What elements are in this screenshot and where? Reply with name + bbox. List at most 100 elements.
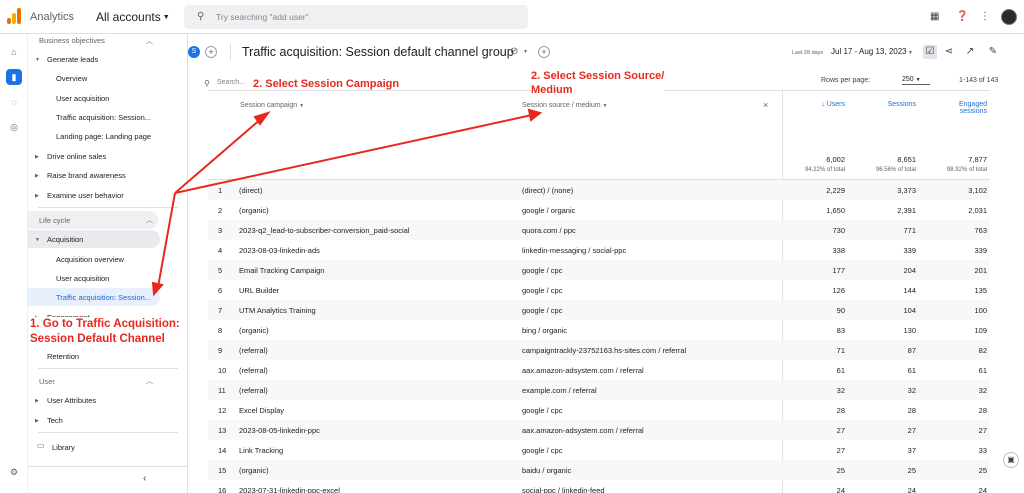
- table-row[interactable]: 11 (referral) example.com / referral 32 32 32: [208, 380, 990, 400]
- nav-group-tech[interactable]: Tech: [47, 416, 63, 425]
- cell-sessions: 37: [907, 446, 916, 455]
- cell-session-campaign: UTM Analytics Training: [239, 306, 316, 315]
- reports-icon[interactable]: ▮: [6, 69, 22, 85]
- apps-grid-icon[interactable]: ▦: [930, 11, 939, 22]
- nav-group-generate-leads[interactable]: Generate leads: [47, 55, 98, 64]
- nav-item-retention[interactable]: Retention: [47, 352, 79, 361]
- settings-gear-icon[interactable]: ⚙: [6, 464, 22, 480]
- share-icon[interactable]: ⋖: [942, 45, 956, 59]
- table-row[interactable]: 9 (referral) campaigntrackly-23752163.hs-s…: [208, 340, 990, 360]
- chevron-up-icon[interactable]: ︿: [146, 376, 153, 386]
- cell-engaged-sessions: 109: [974, 326, 987, 335]
- date-range-picker[interactable]: Jul 17 - Aug 13, 2023: [831, 47, 907, 56]
- table-row[interactable]: 5 Email Tracking Campaign google / cpc 177 2…: [208, 260, 990, 280]
- insights-icon[interactable]: ↗: [963, 45, 977, 59]
- cell-users: 61: [836, 366, 845, 375]
- customize-report-icon[interactable]: ☑: [923, 45, 937, 59]
- avatar[interactable]: [1001, 9, 1017, 25]
- table-row[interactable]: 12 Excel Display google / cpc 28 28 28: [208, 400, 990, 420]
- remove-dimension-icon[interactable]: ×: [763, 100, 768, 110]
- table-row[interactable]: 6 URL Builder google / cpc 126 144 135: [208, 280, 990, 300]
- total-engaged: 7,877: [968, 155, 987, 164]
- caret-down-icon[interactable]: ▼: [523, 49, 528, 55]
- divider: [38, 207, 178, 208]
- cell-session-campaign: (referral): [239, 366, 268, 375]
- table-row[interactable]: 4 2023-08-03-linkedin-ads linkedin-messagi…: [208, 240, 990, 260]
- cell-users: 27: [836, 446, 845, 455]
- edit-pencil-icon[interactable]: ✎: [986, 45, 1000, 59]
- cell-sessions: 27: [907, 426, 916, 435]
- collapsed-arrow-icon: ▶: [35, 173, 39, 179]
- table-row[interactable]: 7 UTM Analytics Training google / cpc 90 104…: [208, 300, 990, 320]
- cell-session-campaign: (referral): [239, 346, 268, 355]
- dimension-2-label: Session source / medium: [522, 102, 601, 109]
- advertising-icon[interactable]: ◎: [6, 119, 22, 135]
- table-row[interactable]: 8 (organic) bing / organic 83 130 109: [208, 320, 990, 340]
- cell-sessions: 130: [903, 326, 916, 335]
- metric-header-sessions[interactable]: Sessions: [858, 101, 916, 108]
- property-badge[interactable]: S: [188, 46, 200, 58]
- table-row[interactable]: 1 (direct) (direct) / (none) 2,229 3,373 3,10…: [208, 180, 990, 200]
- engaged-header-hit: [933, 101, 987, 119]
- more-vert-icon[interactable]: ⋮: [980, 11, 990, 22]
- nav-group-user-attributes[interactable]: User Attributes: [47, 396, 96, 405]
- annotation-step-2-source-line1: 2. Select Session Source/: [531, 70, 665, 82]
- cell-engaged-sessions: 201: [974, 266, 987, 275]
- cell-engaged-sessions: 3,102: [968, 186, 987, 195]
- help-icon[interactable]: ❓: [956, 11, 968, 22]
- add-filter-icon[interactable]: +: [538, 46, 550, 58]
- nav-group-raise-brand-awareness[interactable]: Raise brand awareness: [47, 171, 126, 180]
- table-row[interactable]: 10 (referral) aax.amazon-adsystem.com / re…: [208, 360, 990, 380]
- table-search-input[interactable]: Search...: [217, 79, 245, 86]
- divider: [230, 44, 231, 60]
- check-circle-icon[interactable]: ⊘: [510, 46, 518, 57]
- nav-group-acquisition[interactable]: Acquisition: [47, 235, 83, 244]
- chevron-up-icon[interactable]: ︿: [146, 36, 153, 46]
- rows-per-page-select[interactable]: 250 ▼: [902, 76, 930, 85]
- table-row[interactable]: 14 Link Tracking google / cpc 27 37 33: [208, 440, 990, 460]
- metric-header-users[interactable]: ↓ Users: [800, 101, 845, 108]
- add-comparison-icon[interactable]: +: [205, 46, 217, 58]
- search-bar[interactable]: ⚲ Try searching "add user": [184, 5, 528, 29]
- table-row[interactable]: 3 2023-q2_lead-to-subscriber-conversion_p…: [208, 220, 990, 240]
- top-bar: Analytics All accounts ▼ ⚲ Try searching …: [0, 0, 1024, 34]
- nav-item-acquisition-overview[interactable]: Acquisition overview: [56, 255, 124, 264]
- table-row[interactable]: 15 (organic) baidu / organic 25 25 25: [208, 460, 990, 480]
- app-name: Analytics: [30, 11, 75, 23]
- nav-section-life-cycle[interactable]: Life cycle: [39, 216, 70, 225]
- cell-session-campaign: Excel Display: [239, 406, 285, 415]
- feedback-icon[interactable]: ▣: [1003, 452, 1019, 468]
- nav-item-traffic-acquisition[interactable]: Traffic acquisition: Session...: [56, 113, 151, 122]
- account-selector[interactable]: All accounts ▼: [96, 10, 170, 24]
- chevron-up-icon[interactable]: ︿: [146, 215, 153, 225]
- row-number: 4: [218, 246, 223, 255]
- cell-source-medium: aax.amazon-adsystem.com / referral: [522, 426, 644, 435]
- nav-item-user-acquisition[interactable]: User acquisition: [56, 274, 109, 283]
- cell-users: 32: [836, 386, 845, 395]
- nav-item-overview[interactable]: Overview: [56, 74, 87, 83]
- expand-arrow-icon: ▼: [35, 237, 40, 243]
- collapse-nav-icon[interactable]: ‹: [143, 473, 146, 484]
- nav-group-examine-user-behavior[interactable]: Examine user behavior: [47, 191, 124, 200]
- cell-source-medium: google / cpc: [522, 286, 563, 295]
- explore-icon[interactable]: ◌: [6, 94, 22, 110]
- table-row[interactable]: 2 (organic) google / organic 1,650 2,391 2,03…: [208, 200, 990, 220]
- row-number: 10: [218, 366, 227, 375]
- nav-item-user-acquisition[interactable]: User acquisition: [56, 94, 109, 103]
- nav-group-drive-online-sales[interactable]: Drive online sales: [47, 152, 106, 161]
- annotation-step-1-line2: Session Default Channel: [30, 333, 165, 345]
- nav-item-landing-page[interactable]: Landing page: Landing page: [56, 132, 151, 141]
- cell-engaged-sessions: 82: [978, 346, 987, 355]
- nav-section-business-objectives[interactable]: Business objectives: [39, 36, 105, 45]
- cell-engaged-sessions: 2,031: [968, 206, 987, 215]
- row-number: 2: [218, 206, 223, 215]
- dimension-2-header[interactable]: Session source / medium ▼: [522, 102, 608, 109]
- table-row[interactable]: 13 2023-08-05-linkedin-ppc aax.amazon-adsy…: [208, 420, 990, 440]
- nav-item-traffic-acquisition-selected[interactable]: Traffic acquisition: Session...: [56, 293, 151, 302]
- caret-down-icon[interactable]: ▼: [908, 50, 913, 56]
- dimension-1-header[interactable]: Session campaign ▼: [240, 102, 304, 109]
- home-icon[interactable]: ⌂: [6, 44, 22, 60]
- table-row[interactable]: 16 2023-07-31-linkedin-ppc-excel social-pp…: [208, 480, 990, 493]
- nav-item-library[interactable]: Library: [52, 443, 75, 452]
- nav-section-user[interactable]: User: [39, 377, 55, 386]
